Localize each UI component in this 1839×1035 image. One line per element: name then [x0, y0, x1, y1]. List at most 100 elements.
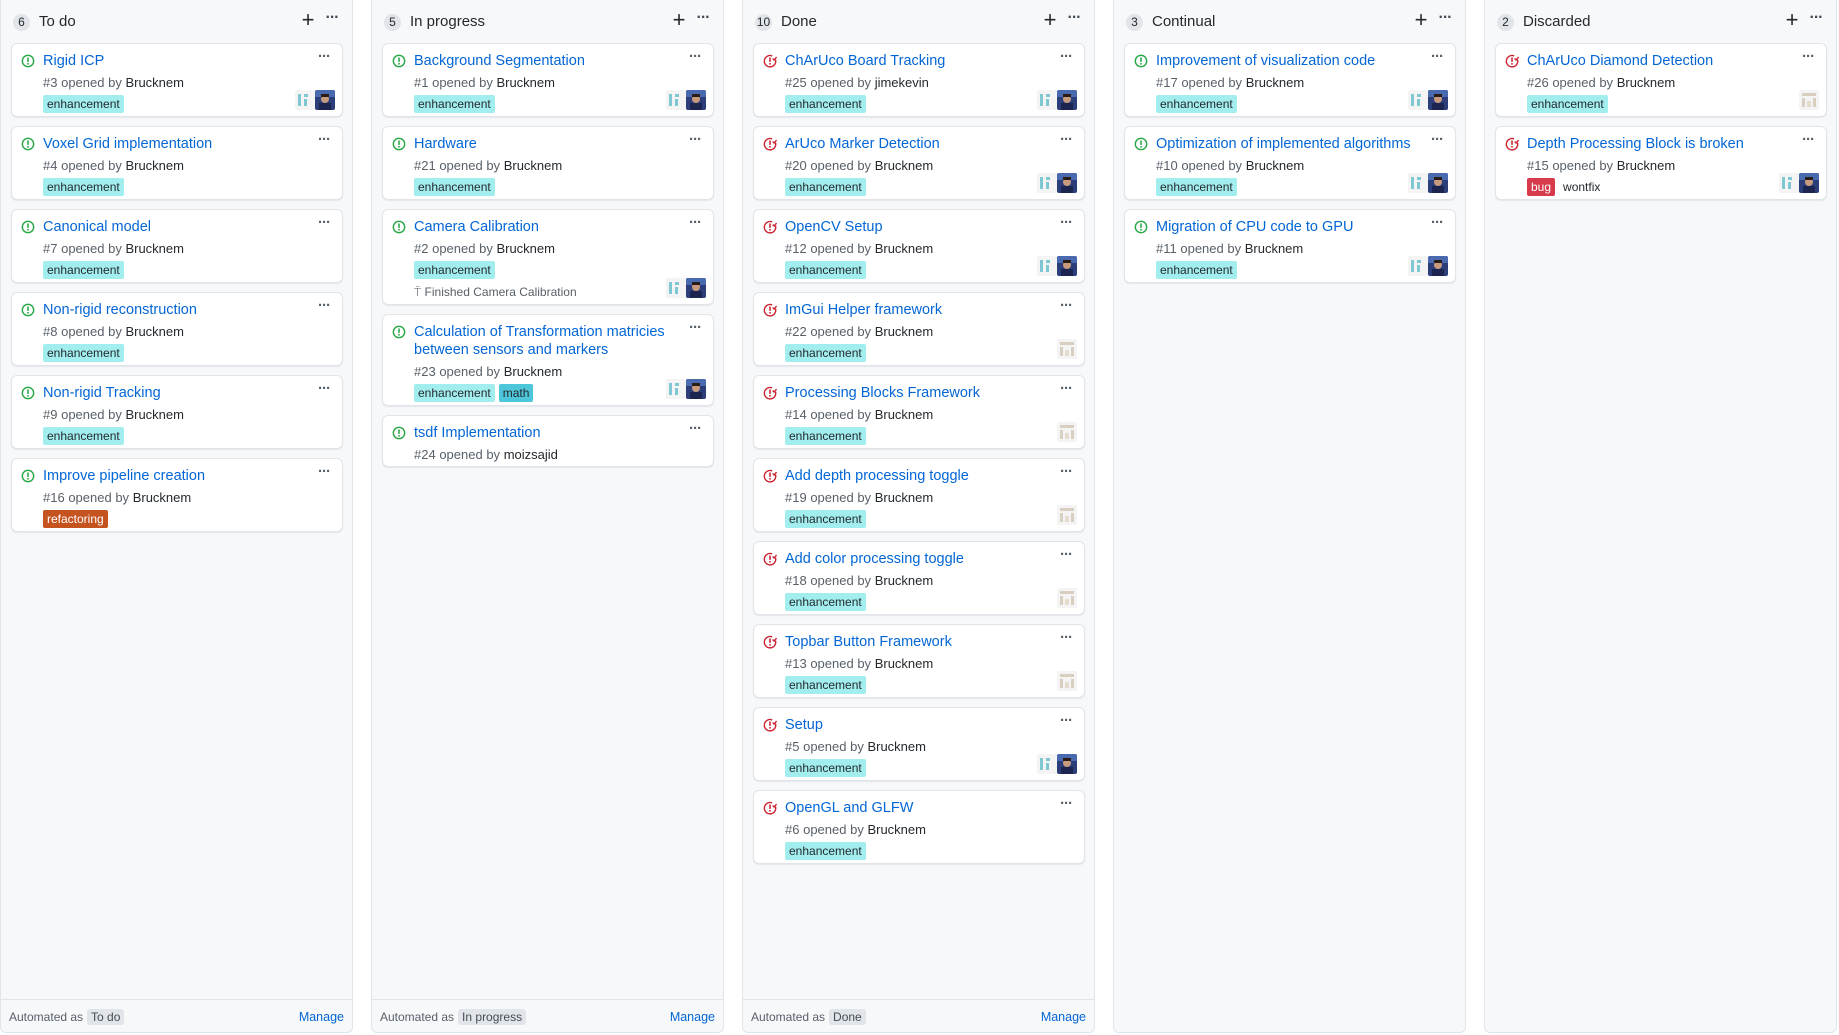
label-enhancement[interactable]: enhancement: [43, 178, 124, 196]
avatar[interactable]: [686, 379, 706, 399]
label-enhancement[interactable]: enhancement: [785, 593, 866, 611]
kebab-menu-icon[interactable]: ···: [689, 320, 702, 335]
label-enhancement[interactable]: enhancement: [43, 95, 124, 113]
avatar[interactable]: [1037, 754, 1057, 774]
kebab-menu-icon[interactable]: ···: [1060, 49, 1073, 64]
issue-title-link[interactable]: Non-rigid Tracking: [43, 384, 298, 402]
kebab-menu-icon[interactable]: ···: [1060, 381, 1073, 396]
issue-card[interactable]: Camera Calibration ··· #2 opened by Bruckn…: [382, 209, 714, 305]
label-enhancement[interactable]: enhancement: [43, 344, 124, 362]
label-enhancement[interactable]: enhancement: [785, 178, 866, 196]
avatar[interactable]: [1057, 505, 1077, 525]
issue-author-link[interactable]: Brucknem: [1617, 158, 1676, 173]
kebab-menu-icon[interactable]: ···: [1060, 215, 1073, 230]
label-enhancement[interactable]: enhancement: [785, 759, 866, 777]
issue-title-link[interactable]: Topbar Button Framework: [785, 633, 1040, 651]
issue-title-link[interactable]: Optimization of implemented algorithms: [1156, 135, 1411, 153]
kebab-menu-icon[interactable]: ···: [1431, 132, 1444, 147]
label-enhancement[interactable]: enhancement: [43, 427, 124, 445]
issue-title-link[interactable]: Background Segmentation: [414, 52, 669, 70]
avatar[interactable]: [1057, 754, 1077, 774]
kebab-menu-icon[interactable]: ···: [318, 298, 331, 313]
issue-title-link[interactable]: Camera Calibration: [414, 218, 669, 236]
issue-author-link[interactable]: Brucknem: [875, 656, 934, 671]
issue-card[interactable]: Migration of CPU code to GPU ··· #11 opene…: [1124, 209, 1456, 283]
issue-author-link[interactable]: Brucknem: [1617, 75, 1676, 90]
issue-author-link[interactable]: Brucknem: [875, 241, 934, 256]
issue-title-link[interactable]: ChArUco Diamond Detection: [1527, 52, 1782, 70]
label-enhancement[interactable]: enhancement: [414, 95, 495, 113]
kebab-menu-icon[interactable]: ···: [1802, 132, 1815, 147]
issue-author-link[interactable]: Brucknem: [1245, 241, 1304, 256]
label-enhancement[interactable]: enhancement: [785, 842, 866, 860]
avatar[interactable]: [686, 278, 706, 298]
issue-author-link[interactable]: Brucknem: [1246, 75, 1305, 90]
issue-title-link[interactable]: Add depth processing toggle: [785, 467, 1040, 485]
kebab-menu-icon[interactable]: ···: [1060, 630, 1073, 645]
avatar[interactable]: [686, 90, 706, 110]
issue-card[interactable]: Processing Blocks Framework ··· #14 opened…: [753, 375, 1085, 449]
label-enhancement[interactable]: enhancement: [1156, 261, 1237, 279]
avatar[interactable]: [1057, 671, 1077, 691]
label-enhancement[interactable]: enhancement: [1156, 178, 1237, 196]
label-enhancement[interactable]: enhancement: [1156, 95, 1237, 113]
issue-title-link[interactable]: OpenGL and GLFW: [785, 799, 1040, 817]
issue-title-link[interactable]: ImGui Helper framework: [785, 301, 1040, 319]
issue-author-link[interactable]: Brucknem: [875, 324, 934, 339]
issue-author-link[interactable]: Brucknem: [867, 822, 926, 837]
kebab-menu-icon[interactable]: ···: [1431, 215, 1444, 230]
issue-author-link[interactable]: Brucknem: [875, 573, 934, 588]
issue-author-link[interactable]: Brucknem: [125, 407, 184, 422]
issue-title-link[interactable]: Hardware: [414, 135, 669, 153]
issue-author-link[interactable]: Brucknem: [867, 739, 926, 754]
manage-automation-link[interactable]: Manage: [670, 1009, 715, 1025]
kebab-menu-icon[interactable]: ···: [318, 49, 331, 64]
avatar[interactable]: [1428, 256, 1448, 276]
issue-card[interactable]: ImGui Helper framework ··· #22 opened by B…: [753, 292, 1085, 366]
issue-author-link[interactable]: jimekevin: [875, 75, 929, 90]
issue-author-link[interactable]: Brucknem: [875, 490, 934, 505]
kebab-menu-icon[interactable]: ···: [689, 49, 702, 64]
issue-title-link[interactable]: ChArUco Board Tracking: [785, 52, 1040, 70]
issue-title-link[interactable]: Processing Blocks Framework: [785, 384, 1040, 402]
issue-card[interactable]: Depth Processing Block is broken ··· #15 o…: [1495, 126, 1827, 200]
avatar[interactable]: [1057, 173, 1077, 193]
kebab-menu-icon[interactable]: ···: [318, 381, 331, 396]
label-enhancement[interactable]: enhancement: [414, 384, 495, 402]
issue-card[interactable]: Improve pipeline creation ··· #16 opened b…: [11, 458, 343, 532]
avatar[interactable]: [1037, 90, 1057, 110]
issue-author-link[interactable]: Brucknem: [125, 75, 184, 90]
plus-icon[interactable]: +: [1411, 9, 1431, 32]
kebab-menu-icon[interactable]: ···: [1060, 796, 1073, 811]
issue-card[interactable]: Setup ··· #5 opened by Brucknem enhancement: [753, 707, 1085, 781]
label-enhancement[interactable]: enhancement: [785, 261, 866, 279]
issue-title-link[interactable]: Calculation of Transformation matricies …: [414, 323, 669, 359]
avatar[interactable]: [1057, 588, 1077, 608]
issue-title-link[interactable]: Setup: [785, 716, 1040, 734]
issue-title-link[interactable]: Improve pipeline creation: [43, 467, 298, 485]
avatar[interactable]: [666, 90, 686, 110]
label-enhancement[interactable]: enhancement: [785, 510, 866, 528]
label-enhancement[interactable]: enhancement: [785, 676, 866, 694]
label-enhancement[interactable]: enhancement: [785, 95, 866, 113]
manage-automation-link[interactable]: Manage: [1041, 1009, 1086, 1025]
issue-title-link[interactable]: Add color processing toggle: [785, 550, 1040, 568]
issue-author-link[interactable]: moizsajid: [504, 447, 558, 462]
issue-author-link[interactable]: Brucknem: [496, 241, 555, 256]
issue-author-link[interactable]: Brucknem: [875, 407, 934, 422]
avatar[interactable]: [1428, 90, 1448, 110]
label-enhancement[interactable]: enhancement: [785, 427, 866, 445]
avatar[interactable]: [1408, 173, 1428, 193]
issue-author-link[interactable]: Brucknem: [496, 75, 555, 90]
issue-card[interactable]: Optimization of implemented algorithms ··…: [1124, 126, 1456, 200]
issue-author-link[interactable]: Brucknem: [133, 490, 192, 505]
avatar[interactable]: [1057, 90, 1077, 110]
kebab-menu-icon[interactable]: ···: [689, 132, 702, 147]
issue-card[interactable]: Background Segmentation ··· #1 opened by B…: [382, 43, 714, 117]
issue-card[interactable]: Calculation of Transformation matricies …: [382, 314, 714, 406]
avatar[interactable]: [666, 379, 686, 399]
avatar[interactable]: [1779, 173, 1799, 193]
issue-title-link[interactable]: Rigid ICP: [43, 52, 298, 70]
kebab-menu-icon[interactable]: ···: [1433, 10, 1457, 30]
issue-title-link[interactable]: OpenCV Setup: [785, 218, 1040, 236]
